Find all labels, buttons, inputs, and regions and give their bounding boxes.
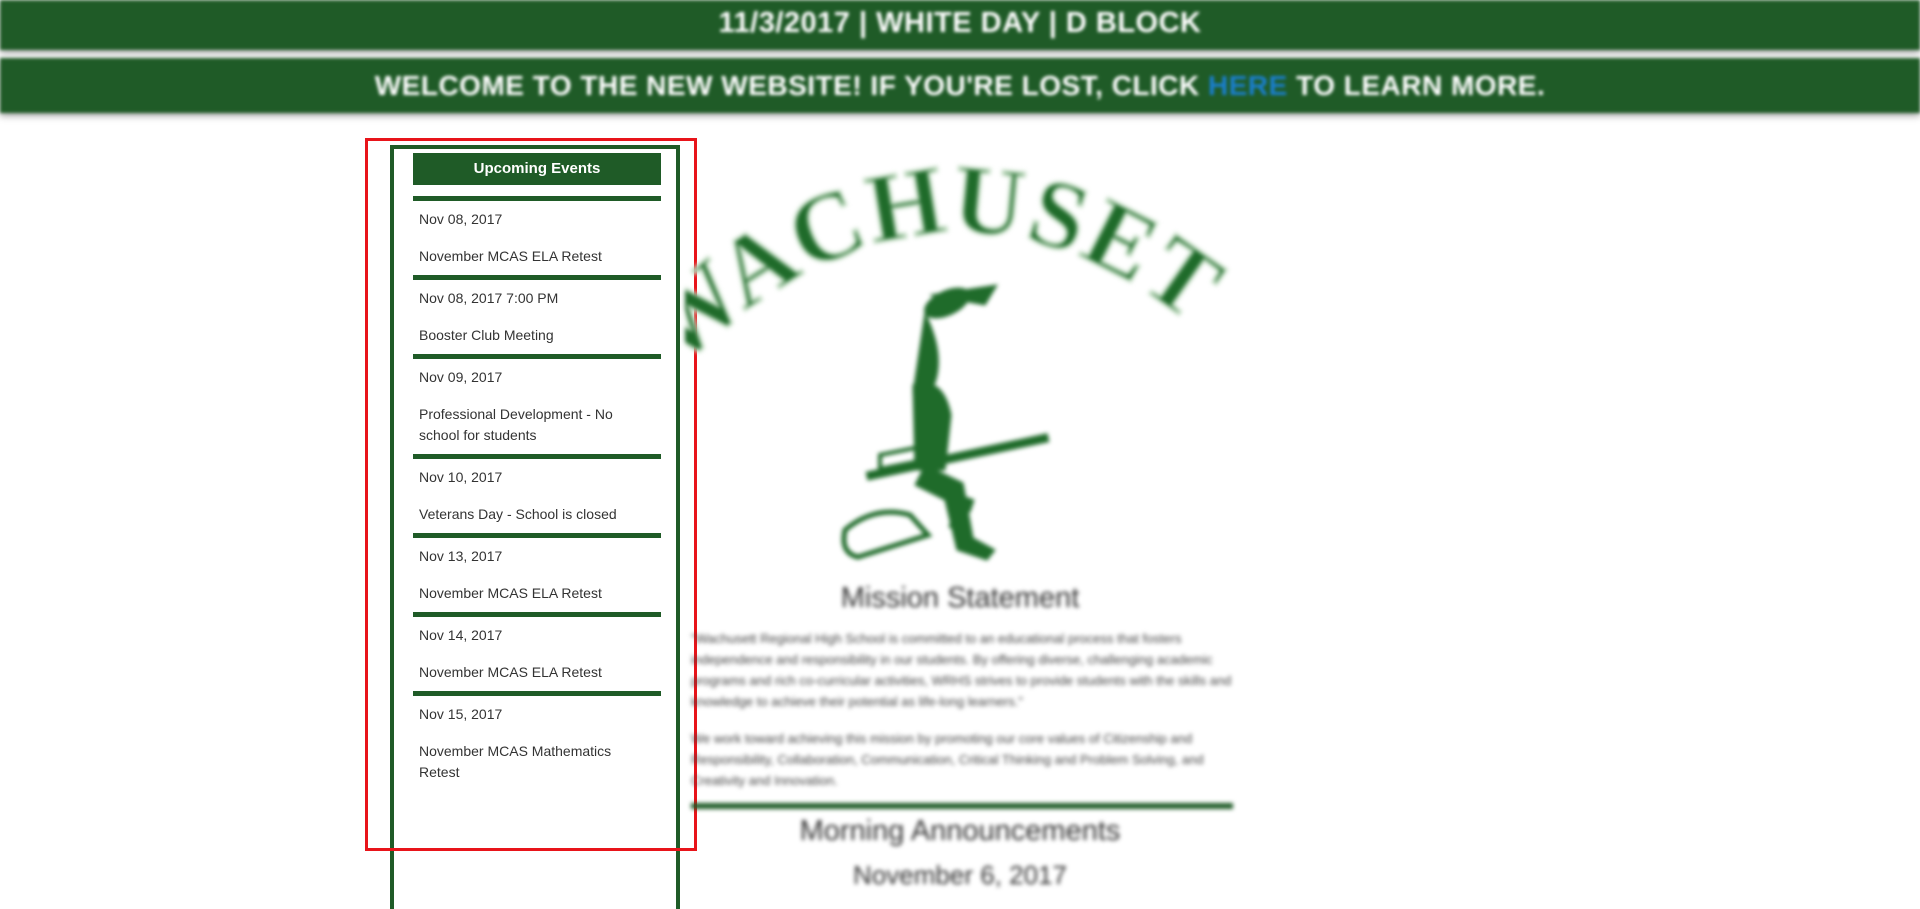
- upcoming-events-title: Upcoming Events: [413, 153, 661, 185]
- event-title[interactable]: November MCAS Mathematics Retest: [419, 741, 655, 783]
- event-date: Nov 13, 2017: [419, 548, 503, 564]
- event-list: Nov 08, 2017 November MCAS ELA Retest No…: [413, 196, 661, 791]
- welcome-help-link[interactable]: HERE: [1208, 70, 1288, 101]
- mission-statement-text: "Wachusett Regional High School is commi…: [691, 628, 1233, 807]
- main-content: WACHUSETT Mission Statement "Wachusett R…: [685, 135, 1235, 895]
- welcome-suffix-text: TO LEARN MORE.: [1296, 70, 1546, 101]
- upcoming-events-sidebar: Upcoming Events Nov 08, 2017 November MC…: [390, 145, 680, 909]
- event-item[interactable]: Nov 14, 2017 November MCAS ELA Retest: [413, 612, 661, 691]
- event-date: Nov 14, 2017: [419, 627, 503, 643]
- event-title[interactable]: November MCAS ELA Retest: [419, 246, 655, 267]
- welcome-banner: WELCOME TO THE NEW WEBSITE! IF YOU'RE LO…: [0, 58, 1920, 113]
- mission-statement-heading: Mission Statement: [840, 582, 1080, 614]
- event-title[interactable]: November MCAS ELA Retest: [419, 662, 655, 683]
- event-title[interactable]: November MCAS ELA Retest: [419, 583, 655, 604]
- day-info-text: 11/3/2017 | WHITE DAY | D BLOCK: [718, 7, 1202, 39]
- day-info-banner: 11/3/2017 | WHITE DAY | D BLOCK: [0, 0, 1920, 50]
- event-item[interactable]: Nov 09, 2017 Professional Development - …: [413, 354, 661, 454]
- mission-paragraph: "Wachusett Regional High School is commi…: [691, 631, 1232, 709]
- event-item[interactable]: Nov 08, 2017 November MCAS ELA Retest: [413, 196, 661, 275]
- section-divider: [691, 803, 1233, 809]
- mission-paragraph: We work toward achieving this mission by…: [691, 731, 1204, 788]
- event-title[interactable]: Professional Development - No school for…: [419, 404, 655, 446]
- morning-announcements-heading: Morning Announcements: [799, 815, 1121, 847]
- wachusett-logo: WACHUSETT: [685, 135, 1235, 561]
- event-date: Nov 08, 2017 7:00 PM: [419, 290, 559, 306]
- welcome-prefix-text: WELCOME TO THE NEW WEBSITE! IF YOU'RE LO…: [374, 70, 1200, 101]
- event-item[interactable]: Nov 08, 2017 7:00 PM Booster Club Meetin…: [413, 275, 661, 354]
- announcements-date: November 6, 2017: [853, 860, 1067, 890]
- event-title[interactable]: Booster Club Meeting: [419, 325, 655, 346]
- event-date: Nov 10, 2017: [419, 469, 503, 485]
- event-item[interactable]: Nov 15, 2017 November MCAS Mathematics R…: [413, 691, 661, 791]
- event-date: Nov 08, 2017: [419, 211, 503, 227]
- event-item[interactable]: Nov 13, 2017 November MCAS ELA Retest: [413, 533, 661, 612]
- logo-wordmark-text: WACHUSETT: [685, 135, 1235, 387]
- event-date: Nov 09, 2017: [419, 369, 503, 385]
- event-item[interactable]: Nov 10, 2017 Veterans Day - School is cl…: [413, 454, 661, 533]
- mascot-figure: [841, 284, 1050, 561]
- logo-wordmark: WACHUSETT: [685, 135, 1235, 385]
- event-title[interactable]: Veterans Day - School is closed: [419, 504, 655, 525]
- event-date: Nov 15, 2017: [419, 706, 503, 722]
